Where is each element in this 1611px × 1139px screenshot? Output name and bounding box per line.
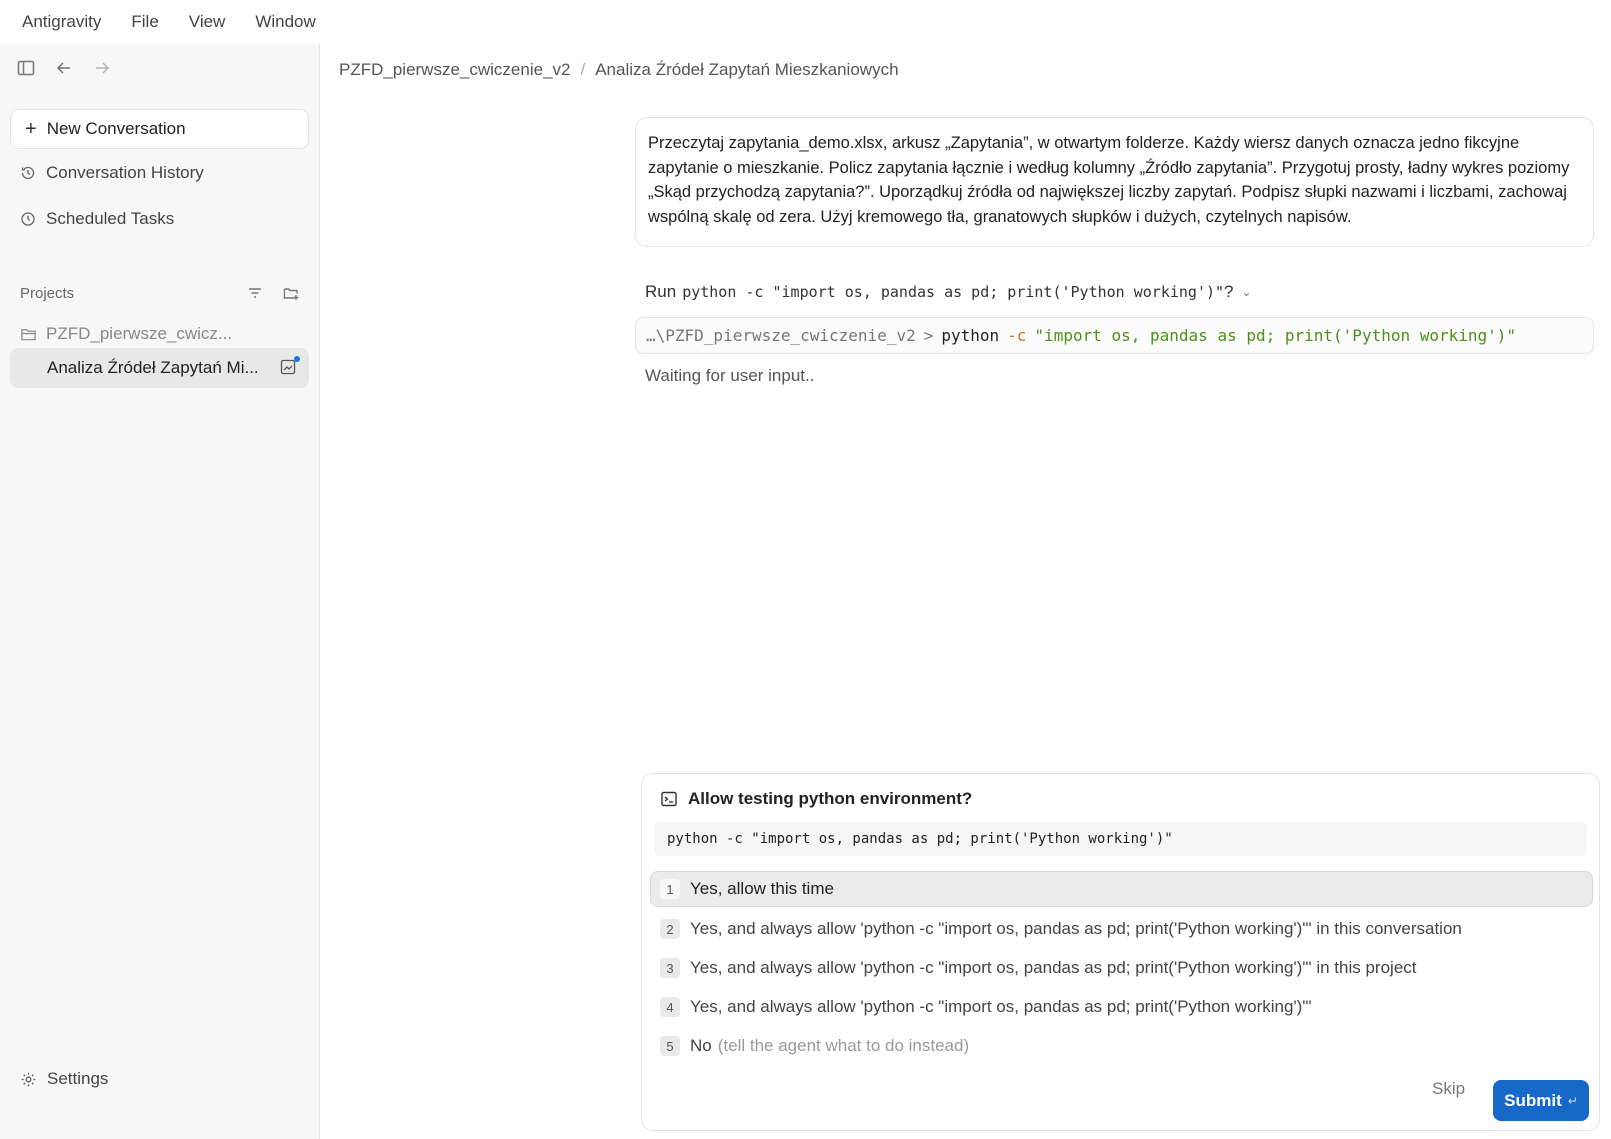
sidebar-item-label: Scheduled Tasks xyxy=(46,209,175,228)
terminal-prompt: > xyxy=(923,326,934,345)
option-number: 4 xyxy=(660,997,680,1017)
plus-icon: + xyxy=(25,118,37,140)
option-number: 3 xyxy=(660,958,680,978)
run-command: python -c "import os, pandas as pd; prin… xyxy=(682,283,1225,301)
permission-title-text: Allow testing python environment? xyxy=(688,789,973,808)
option-label: Yes, allow this time xyxy=(690,879,834,898)
sidebar-item-label: Conversation History xyxy=(46,163,204,182)
terminal-flag: -c xyxy=(1007,326,1027,345)
terminal-program: python xyxy=(941,326,1000,345)
breadcrumb-conversation: Analiza Źródeł Zapytań Mieszkaniowych xyxy=(595,60,899,79)
option-label: Yes, and always allow 'python -c "import… xyxy=(690,997,1312,1016)
permission-title: Allow testing python environment? xyxy=(660,789,972,809)
new-conversation-button[interactable]: + New Conversation xyxy=(10,109,309,149)
menu-file[interactable]: File xyxy=(131,12,158,32)
projects-label: Projects xyxy=(20,284,75,302)
sidebar-item-conversation-history[interactable]: Conversation History xyxy=(20,163,204,183)
option-number: 2 xyxy=(660,919,680,939)
settings-button[interactable]: Settings xyxy=(20,1069,108,1089)
history-icon xyxy=(21,166,35,180)
menu-view[interactable]: View xyxy=(189,12,226,32)
arrow-right-icon[interactable] xyxy=(92,58,112,83)
option-number: 1 xyxy=(660,879,680,899)
menu-antigravity[interactable]: Antigravity xyxy=(22,12,101,32)
submit-button[interactable]: Submit ↵ xyxy=(1493,1080,1589,1121)
new-folder-icon[interactable] xyxy=(282,284,300,302)
clock-icon xyxy=(21,212,35,226)
sidebar-item-active-conversation[interactable]: Analiza Źródeł Zapytań Mi... xyxy=(10,348,309,388)
sidebar-toolbar xyxy=(16,58,112,83)
active-conversation-label: Analiza Źródeł Zapytań Mi... xyxy=(47,358,259,377)
permission-option-always-project[interactable]: 3 Yes, and always allow 'python -c "impo… xyxy=(650,950,1593,986)
permission-command: python -c "import os, pandas as pd; prin… xyxy=(654,822,1587,856)
terminal-icon xyxy=(661,791,677,807)
sidebar: + New Conversation Conversation History … xyxy=(0,44,320,1139)
option-label: No xyxy=(690,1036,712,1055)
breadcrumb-separator: / xyxy=(580,60,586,79)
run-prefix: Run xyxy=(645,282,677,301)
folder-open-icon xyxy=(21,328,36,340)
option-number: 5 xyxy=(660,1036,680,1056)
unread-dot xyxy=(294,356,300,362)
run-suffix: ? xyxy=(1224,282,1234,301)
option-label: Yes, and always allow 'python -c "import… xyxy=(690,958,1417,977)
gear-icon xyxy=(21,1072,36,1086)
status-waiting: Waiting for user input.. xyxy=(645,366,815,385)
message-fade xyxy=(636,224,1593,246)
arrow-left-icon[interactable] xyxy=(54,58,74,83)
terminal-command-box: …\PZFD_pierwsze_cwiczenie_v2 > python -c… xyxy=(635,317,1594,354)
sidebar-item-scheduled-tasks[interactable]: Scheduled Tasks xyxy=(20,209,174,229)
filter-icon[interactable] xyxy=(246,284,264,302)
permission-option-no[interactable]: 5 No (tell the agent what to do instead) xyxy=(650,1028,1593,1064)
project-folder-label: PZFD_pierwsze_cwicz... xyxy=(46,324,233,343)
breadcrumb: PZFD_pierwsze_cwiczenie_v2 / Analiza Źró… xyxy=(339,60,899,80)
skip-button[interactable]: Skip xyxy=(1432,1079,1465,1099)
terminal-argument: "import os, pandas as pd; print('Python … xyxy=(1034,326,1517,345)
user-message-text: Przeczytaj zapytania_demo.xlsx, arkusz „… xyxy=(648,134,1570,226)
menu-window[interactable]: Window xyxy=(255,12,315,32)
projects-header: Projects xyxy=(20,284,300,302)
terminal-path: …\PZFD_pierwsze_cwiczenie_v2 xyxy=(646,326,916,345)
enter-key-icon: ↵ xyxy=(1567,1093,1578,1108)
chevron-down-icon[interactable]: ⌄ xyxy=(1242,285,1252,299)
submit-label: Submit xyxy=(1504,1090,1562,1110)
project-folder[interactable]: PZFD_pierwsze_cwicz... xyxy=(20,324,232,344)
option-label: Yes, and always allow 'python -c "import… xyxy=(690,919,1462,938)
user-message: Przeczytaj zapytania_demo.xlsx, arkusz „… xyxy=(635,117,1594,247)
permission-option-always[interactable]: 4 Yes, and always allow 'python -c "impo… xyxy=(650,989,1593,1025)
option-hint: (tell the agent what to do instead) xyxy=(717,1036,970,1055)
settings-label: Settings xyxy=(47,1069,109,1088)
new-conversation-label: New Conversation xyxy=(46,119,186,138)
menubar: Antigravity File View Window xyxy=(0,0,1611,44)
permission-panel: Allow testing python environment? python… xyxy=(641,773,1600,1131)
run-command-prompt[interactable]: Run python -c "import os, pandas as pd; … xyxy=(645,282,1252,302)
permission-option-allow-once[interactable]: 1 Yes, allow this time xyxy=(650,871,1593,907)
sidebar-toggle-icon[interactable] xyxy=(16,58,36,83)
breadcrumb-project[interactable]: PZFD_pierwsze_cwiczenie_v2 xyxy=(339,60,570,80)
permission-option-always-conversation[interactable]: 2 Yes, and always allow 'python -c "impo… xyxy=(650,911,1593,947)
